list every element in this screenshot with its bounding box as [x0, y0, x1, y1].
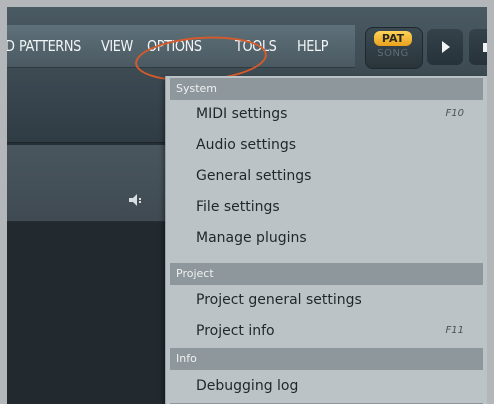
shortcut-f11: F11	[445, 325, 464, 336]
play-button[interactable]	[427, 29, 463, 65]
background-panel-middle	[7, 145, 167, 221]
menu-item-patterns[interactable]: PATTERNS	[19, 35, 81, 57]
menu-item-label: Project general settings	[196, 292, 362, 308]
pat-song-toggle[interactable]: PAT SONG	[365, 27, 423, 69]
menu-item-audio-settings[interactable]: Audio settings	[196, 133, 464, 157]
menu-item-view[interactable]: VIEW	[101, 35, 133, 57]
background-panel-bottom	[7, 222, 167, 404]
menu-item-debugging-log[interactable]: Debugging log	[196, 374, 464, 398]
main-menu-bar: D PATTERNS VIEW OPTIONS TOOLS HELP PAT S…	[7, 7, 487, 86]
menu-item-label: Audio settings	[196, 137, 297, 153]
menu-item-label: File settings	[196, 199, 280, 215]
menu-item-label: Debugging log	[196, 378, 299, 394]
menu-item-help[interactable]: HELP	[297, 35, 329, 57]
options-dropdown-menu: System MIDI settings F10 Audio settings …	[165, 76, 487, 404]
section-header-system: System	[170, 78, 483, 100]
menu-item-project-general-settings[interactable]: Project general settings	[196, 288, 464, 312]
shortcut-f10: F10	[445, 108, 464, 119]
menu-item-label: MIDI settings	[196, 106, 288, 122]
section-header-project: Project	[170, 263, 483, 285]
menu-item-file-settings[interactable]: File settings	[196, 195, 464, 219]
menu-item-label: General settings	[196, 168, 312, 184]
section-header-info: Info	[170, 348, 483, 370]
menu-item-label: Project info	[196, 323, 275, 339]
pat-label: PAT	[374, 31, 412, 46]
menu-strip: D PATTERNS VIEW OPTIONS TOOLS HELP	[7, 25, 355, 86]
speaker-icon[interactable]	[127, 193, 147, 207]
menu-item-label: Manage plugins	[196, 230, 307, 246]
song-label: SONG	[377, 48, 409, 59]
menu-item-partial[interactable]: D	[7, 35, 15, 57]
stop-icon	[483, 43, 487, 52]
fl-studio-window: D PATTERNS VIEW OPTIONS TOOLS HELP PAT S…	[7, 7, 487, 404]
stop-button[interactable]	[469, 29, 487, 65]
play-icon	[442, 41, 450, 53]
menu-item-midi-settings[interactable]: MIDI settings F10	[196, 102, 464, 126]
menu-item-manage-plugins[interactable]: Manage plugins	[196, 226, 464, 250]
menu-item-project-info[interactable]: Project info F11	[196, 319, 464, 343]
menu-item-general-settings[interactable]: General settings	[196, 164, 464, 188]
background-panel-top	[7, 85, 167, 143]
